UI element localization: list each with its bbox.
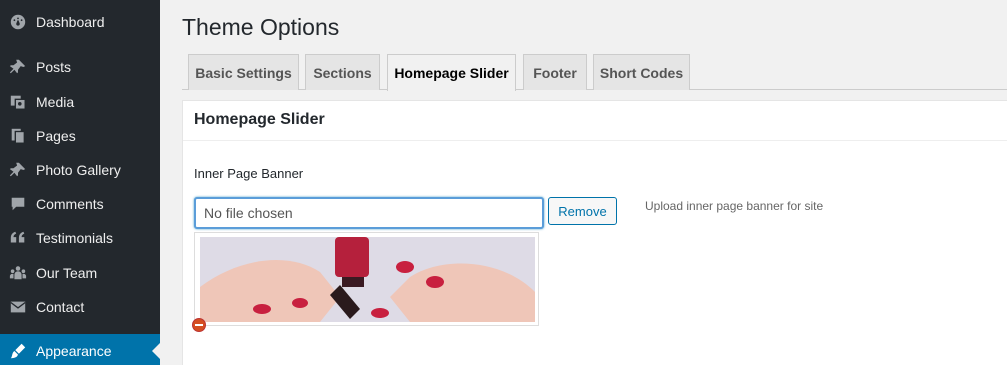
sidebar-item-contact[interactable]: Contact xyxy=(0,290,160,324)
pin-icon xyxy=(8,57,28,77)
options-panel: Homepage Slider Inner Page Banner Remove… xyxy=(182,100,1007,365)
dashboard-icon xyxy=(8,12,28,32)
page-title: Theme Options xyxy=(182,14,340,40)
sidebar-item-photo-gallery[interactable]: Photo Gallery xyxy=(0,153,160,187)
remove-image-icon[interactable] xyxy=(192,318,206,332)
pages-icon xyxy=(8,126,28,146)
team-icon xyxy=(8,263,28,283)
remove-button[interactable]: Remove xyxy=(548,197,617,225)
sidebar-item-label: Media xyxy=(36,94,75,110)
image-preview xyxy=(194,232,539,326)
tab-short-codes[interactable]: Short Codes xyxy=(593,54,690,90)
brush-icon xyxy=(8,341,28,361)
sidebar-item-dashboard[interactable]: Dashboard xyxy=(0,5,160,39)
admin-sidebar: Dashboard Posts Media Pages Photo Galler… xyxy=(0,0,160,365)
field-description: Upload inner page banner for site xyxy=(645,199,824,213)
quote-icon xyxy=(8,228,28,248)
tab-bar: Basic Settings Sections Homepage Slider … xyxy=(182,54,1007,91)
file-path-input[interactable] xyxy=(194,197,544,229)
sidebar-item-label: Our Team xyxy=(36,265,98,281)
sidebar-item-label: Pages xyxy=(36,128,76,144)
tab-footer[interactable]: Footer xyxy=(523,54,587,90)
media-icon xyxy=(8,92,28,112)
mail-icon xyxy=(8,297,28,317)
tab-basic-settings[interactable]: Basic Settings xyxy=(188,54,299,90)
sidebar-item-our-team[interactable]: Our Team xyxy=(0,256,160,290)
sidebar-item-label: Contact xyxy=(36,299,85,315)
sidebar-item-posts[interactable]: Posts xyxy=(0,50,160,84)
tab-sections[interactable]: Sections xyxy=(305,54,380,90)
sidebar-item-appearance[interactable]: Appearance xyxy=(0,334,160,365)
panel-title: Homepage Slider xyxy=(194,111,325,128)
comment-icon xyxy=(8,194,28,214)
tab-homepage-slider[interactable]: Homepage Slider xyxy=(387,54,516,91)
sidebar-item-label: Posts xyxy=(36,59,72,75)
banner-image xyxy=(200,237,535,322)
sidebar-item-testimonials[interactable]: Testimonials xyxy=(0,221,160,255)
sidebar-item-pages[interactable]: Pages xyxy=(0,119,160,153)
field-label: Inner Page Banner xyxy=(194,166,304,181)
panel-header: Homepage Slider xyxy=(183,101,1007,141)
pin-icon xyxy=(8,160,28,180)
sidebar-item-label: Photo Gallery xyxy=(36,162,121,178)
sidebar-item-label: Appearance xyxy=(36,343,112,359)
sidebar-item-media[interactable]: Media xyxy=(0,85,160,119)
sidebar-item-label: Testimonials xyxy=(36,230,114,246)
sidebar-item-comments[interactable]: Comments xyxy=(0,187,160,221)
sidebar-item-label: Dashboard xyxy=(36,14,105,30)
sidebar-item-label: Comments xyxy=(36,196,104,212)
